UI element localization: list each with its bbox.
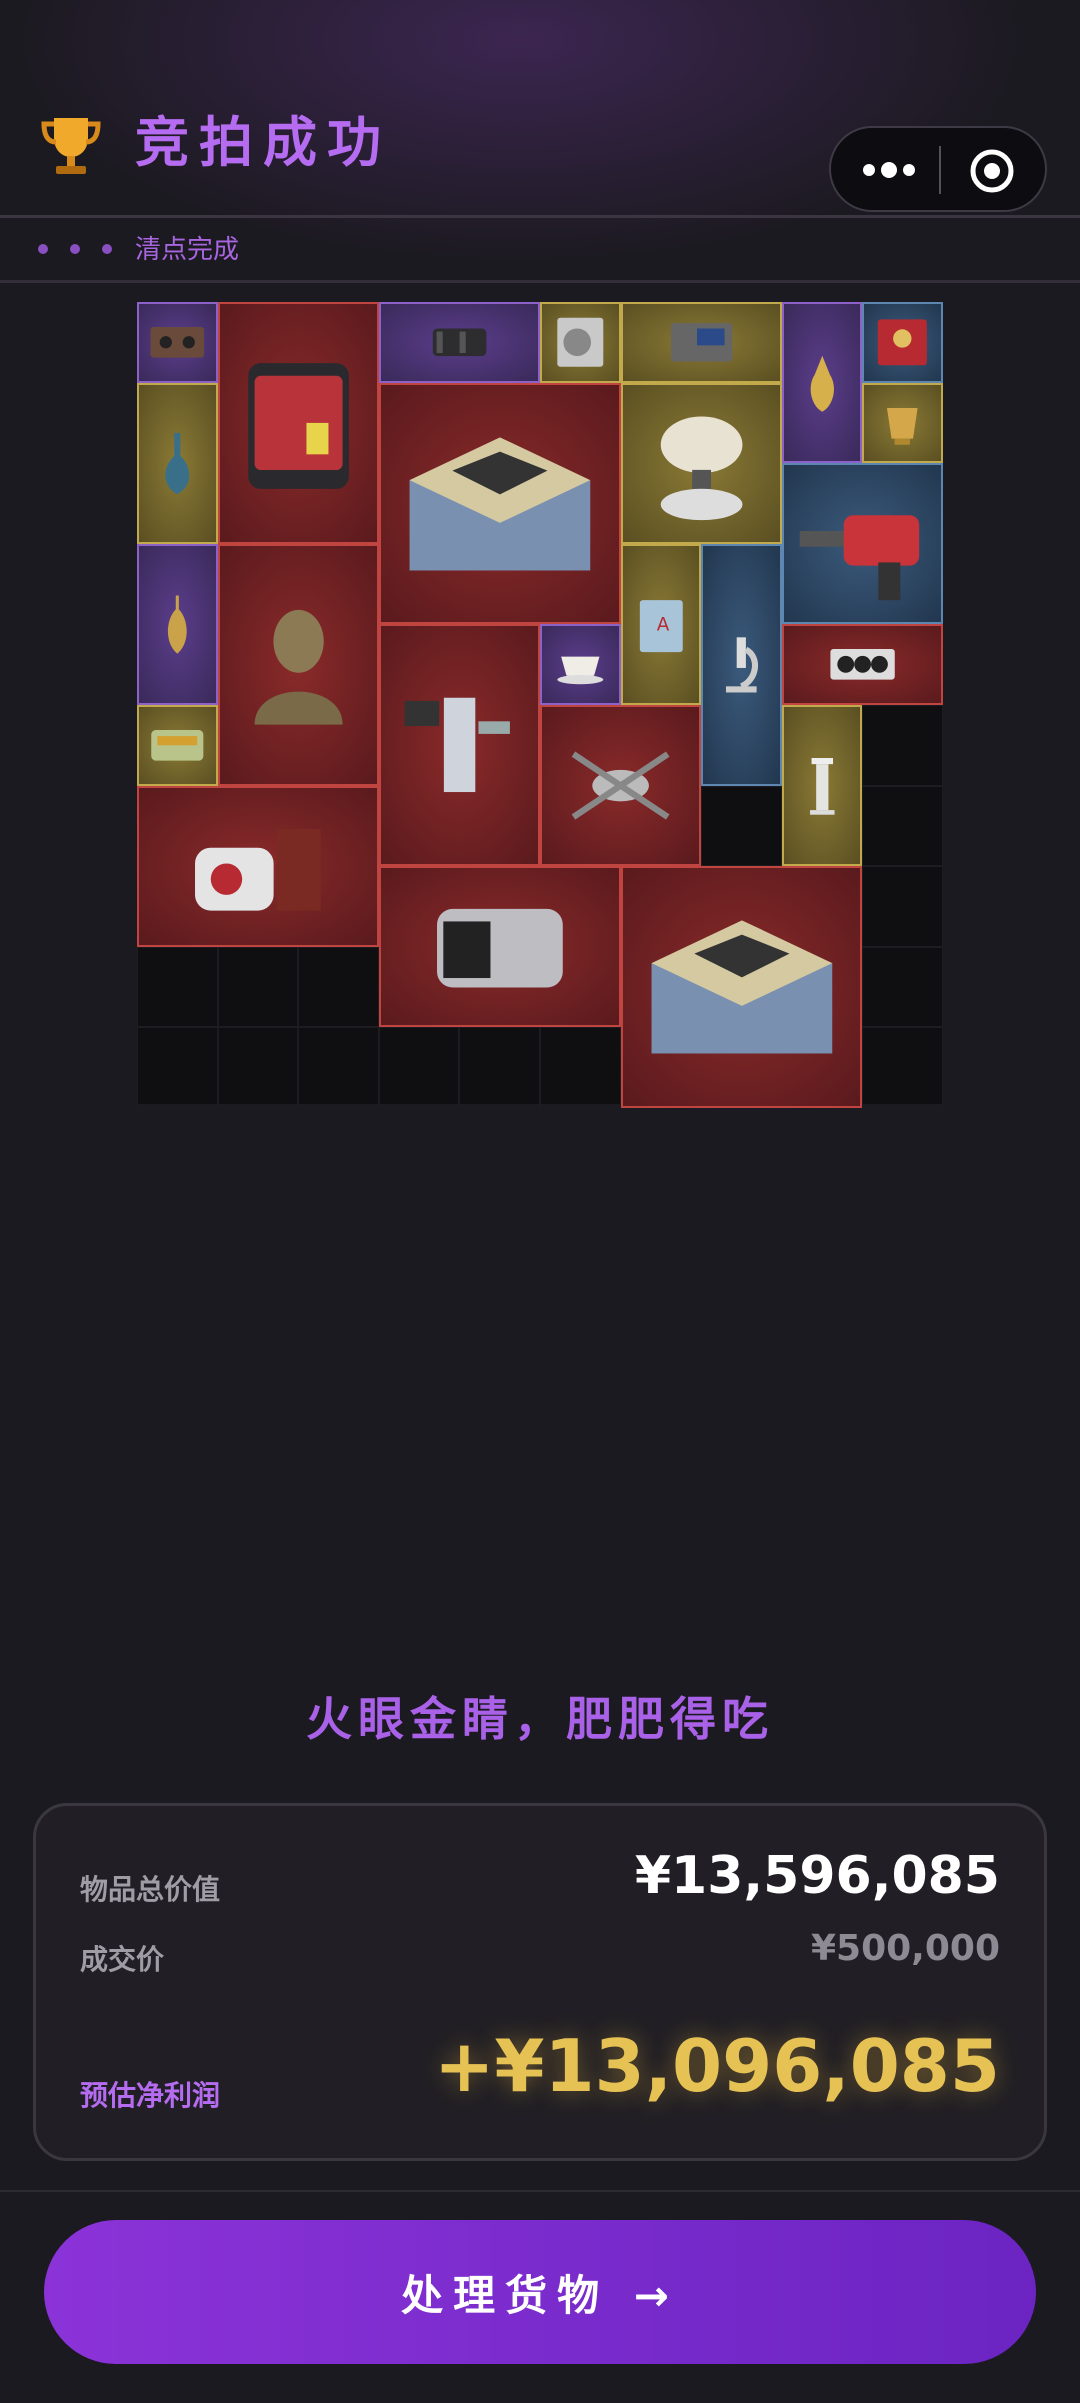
item-circuit-board[interactable] xyxy=(620,302,782,383)
item-graphics-card[interactable] xyxy=(781,624,943,705)
item-book[interactable]: A xyxy=(620,543,702,705)
process-goods-button[interactable]: 处理货物 → xyxy=(44,2220,1036,2364)
profit-label: 预估净利润 xyxy=(80,2079,221,2112)
grid-cell xyxy=(298,946,379,1028)
item-cassette-tape[interactable] xyxy=(137,302,218,383)
circuit-board-icon xyxy=(670,323,732,362)
cassette-tape-icon xyxy=(150,326,205,358)
profit-value: +¥13,096,085 xyxy=(434,2024,1000,2108)
item-royal-tin[interactable] xyxy=(862,302,943,383)
item-chess-box-2[interactable] xyxy=(620,866,863,1108)
camera-lens-icon xyxy=(432,328,487,357)
item-rotary-hammer[interactable] xyxy=(781,463,943,625)
grid-cell xyxy=(862,705,943,786)
deal-price: ¥500,000 xyxy=(810,1928,1000,1969)
item-aed-defibrillator[interactable] xyxy=(217,302,379,544)
deal-price-label: 成交价 xyxy=(80,1943,165,1976)
surgical-robot-icon xyxy=(404,698,510,793)
more-dots-icon[interactable] xyxy=(859,148,919,192)
total-value: ¥13,596,085 xyxy=(634,1846,1000,1906)
item-bronze-bust[interactable] xyxy=(217,543,379,786)
golden-ewer-icon xyxy=(810,355,834,412)
grid-cell xyxy=(862,1027,943,1108)
item-server-unit[interactable] xyxy=(378,866,621,1028)
item-drone[interactable] xyxy=(540,705,702,867)
grid-cell xyxy=(701,785,782,867)
item-wafer-stand[interactable] xyxy=(620,382,782,544)
item-ornate-ewer[interactable] xyxy=(137,543,218,705)
golden-cup-icon xyxy=(887,407,919,445)
grid-cell xyxy=(298,1027,379,1108)
item-microscope[interactable] xyxy=(701,543,782,786)
drone-icon xyxy=(571,751,670,820)
total-value-label: 物品总价值 xyxy=(80,1873,221,1906)
ornate-ewer-icon xyxy=(167,595,187,654)
mint-tin-icon xyxy=(151,729,204,761)
item-blue-glass-vase[interactable] xyxy=(137,382,218,544)
grid-cell xyxy=(862,946,943,1028)
status-dot xyxy=(38,244,48,254)
header-bar: 竞拍成功 xyxy=(0,0,1080,218)
book-icon: A xyxy=(639,599,683,652)
royal-tin-icon xyxy=(878,319,928,366)
grid-cell xyxy=(459,1027,540,1108)
graphics-card-icon xyxy=(830,649,895,681)
microscope-icon xyxy=(726,637,759,693)
flight-recorder-icon xyxy=(195,828,321,911)
slogan-text: 火眼金睛，肥肥得吃 xyxy=(306,1692,774,1746)
grid-cell xyxy=(540,1027,621,1108)
item-golden-ewer[interactable] xyxy=(781,302,863,464)
teacup-icon xyxy=(557,657,604,685)
marble-column-icon xyxy=(809,758,835,815)
status-bar: 清点完成 xyxy=(0,218,1080,283)
summary-card: 物品总价值 ¥13,596,085 成交价 ¥500,000 预估净利润 +¥1… xyxy=(33,1803,1047,2161)
target-close-icon[interactable] xyxy=(969,148,1015,194)
trophy-icon xyxy=(41,118,101,174)
bronze-bust-icon xyxy=(254,609,343,725)
status-dot xyxy=(70,244,80,254)
grid-cell xyxy=(217,1027,299,1108)
status-label: 清点完成 xyxy=(135,235,240,265)
item-mint-tin[interactable] xyxy=(137,705,218,786)
hard-drive-icon xyxy=(557,317,604,367)
chess-box-2-icon xyxy=(651,920,832,1054)
svg-text:A: A xyxy=(656,615,669,636)
item-camera-lens[interactable] xyxy=(378,302,540,383)
grid-cell xyxy=(862,866,943,947)
grid-cell xyxy=(137,946,218,1028)
blue-glass-vase-icon xyxy=(165,432,190,494)
grid-cell xyxy=(378,1027,460,1108)
grid-cell xyxy=(862,785,943,867)
server-unit-icon xyxy=(436,909,563,988)
capsule-divider xyxy=(939,146,941,194)
mini-program-capsule xyxy=(829,126,1047,212)
item-chess-box[interactable] xyxy=(378,382,621,625)
grid-cell xyxy=(217,946,299,1028)
status-dot xyxy=(102,244,112,254)
grid-cell xyxy=(137,1027,218,1108)
item-hard-drive[interactable] xyxy=(540,302,621,383)
item-marble-column[interactable] xyxy=(781,705,863,867)
item-teacup[interactable] xyxy=(540,624,621,705)
aed-defibrillator-icon xyxy=(247,363,349,489)
item-surgical-robot[interactable] xyxy=(378,624,540,867)
chess-box-icon xyxy=(409,436,591,571)
rotary-hammer-icon xyxy=(799,515,919,601)
page-title: 竞拍成功 xyxy=(135,111,391,174)
bottom-divider xyxy=(0,2190,1080,2192)
item-flight-recorder[interactable] xyxy=(137,785,379,947)
item-golden-cup[interactable] xyxy=(862,382,943,464)
wafer-stand-icon xyxy=(660,416,743,520)
inventory-grid: A xyxy=(137,302,943,1108)
